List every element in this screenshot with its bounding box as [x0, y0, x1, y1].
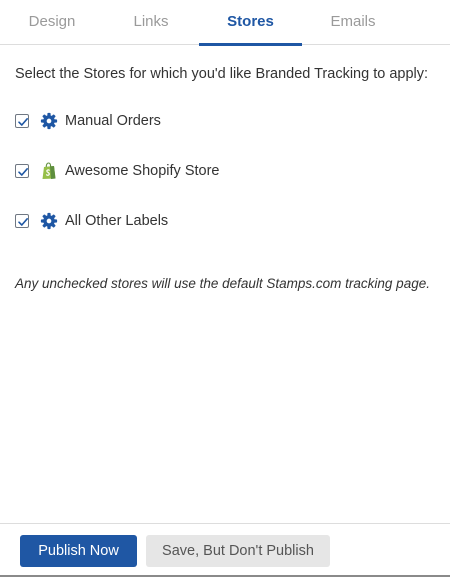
action-footer: Publish Now Save, But Don't Publish	[0, 523, 450, 577]
checkmark-icon	[18, 218, 28, 226]
unchecked-stores-note: Any unchecked stores will use the defaul…	[15, 276, 430, 291]
store-row-all-other-labels: All Other Labels	[15, 210, 168, 232]
store-label-shopify: Awesome Shopify Store	[65, 163, 220, 179]
stores-intro-text: Select the Stores for which you'd like B…	[15, 66, 429, 82]
checkmark-icon	[18, 118, 28, 126]
tab-links[interactable]: Links	[101, 0, 201, 45]
checkmark-icon	[18, 168, 28, 176]
tab-design[interactable]: Design	[2, 0, 102, 45]
tab-bar: Design Links Stores Emails	[0, 0, 450, 46]
store-row-shopify: Awesome Shopify Store	[15, 160, 219, 182]
store-checkbox-shopify[interactable]	[15, 164, 29, 178]
store-label-all-other-labels: All Other Labels	[65, 213, 169, 229]
store-row-manual-orders: Manual Orders	[15, 110, 161, 132]
save-dont-publish-button[interactable]: Save, But Don't Publish	[146, 535, 330, 567]
gear-icon	[40, 112, 58, 130]
store-checkbox-all-other-labels[interactable]	[15, 214, 29, 228]
publish-now-button[interactable]: Publish Now	[20, 535, 137, 567]
branded-tracking-panel: Design Links Stores Emails Select the St…	[0, 0, 450, 577]
store-checkbox-manual-orders[interactable]	[15, 114, 29, 128]
tab-stores[interactable]: Stores	[199, 0, 302, 46]
shopify-bag-icon	[40, 162, 58, 180]
store-label-manual-orders: Manual Orders	[65, 113, 161, 129]
gear-icon	[40, 212, 58, 230]
tab-emails[interactable]: Emails	[303, 0, 403, 45]
